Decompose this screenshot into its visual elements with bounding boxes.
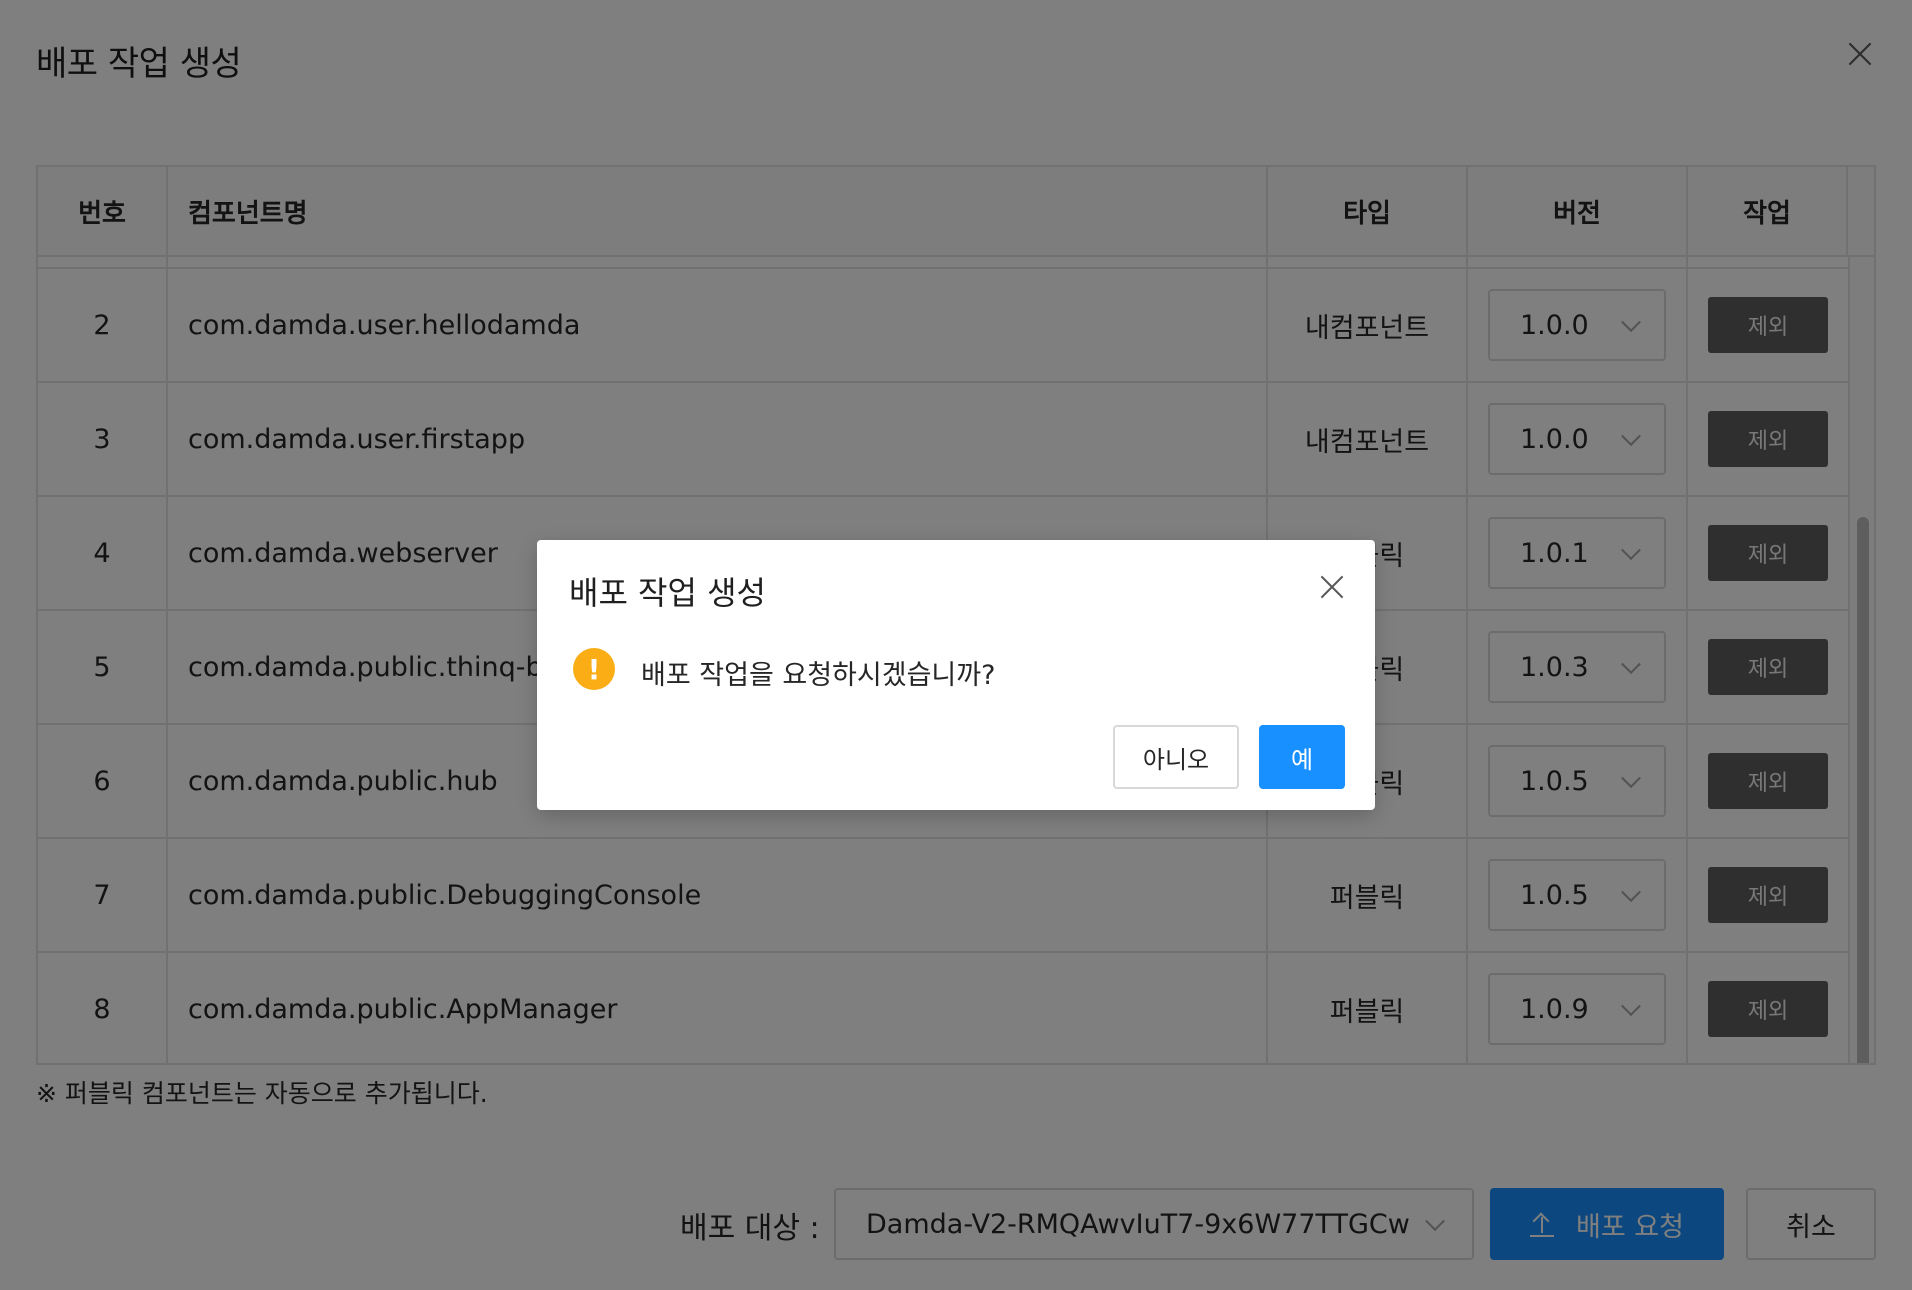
confirm-title: 배포 작업 생성 xyxy=(569,574,766,612)
confirm-message: 배포 작업을 요청하시겠습니까? xyxy=(641,660,996,691)
yes-button[interactable]: 예 xyxy=(1259,725,1345,789)
no-button[interactable]: 아니오 xyxy=(1113,725,1239,789)
confirm-close-icon[interactable] xyxy=(1318,573,1346,601)
confirm-dialog: 배포 작업 생성 ! 배포 작업을 요청하시겠습니까? 아니오 예 xyxy=(537,540,1375,810)
warning-icon: ! xyxy=(573,648,615,690)
